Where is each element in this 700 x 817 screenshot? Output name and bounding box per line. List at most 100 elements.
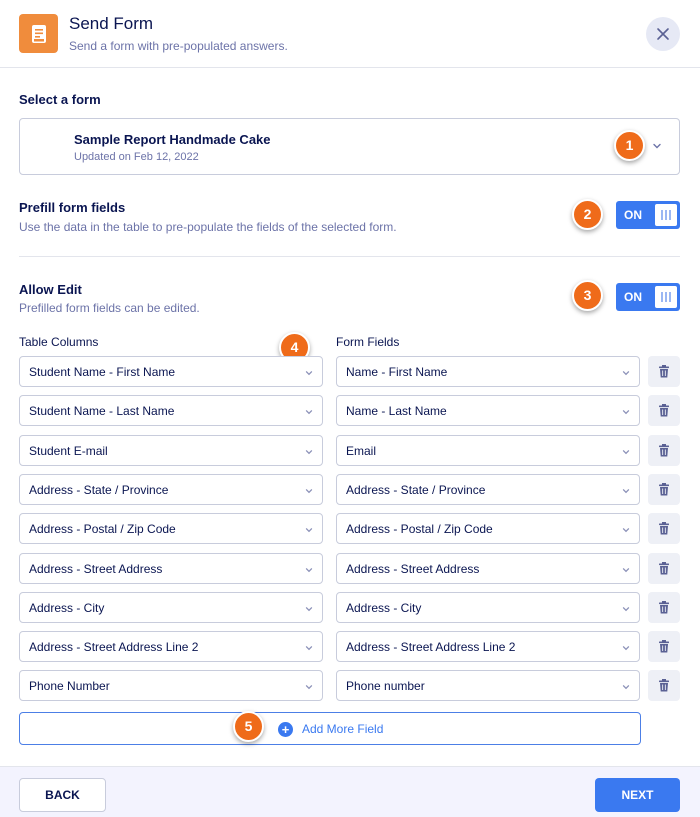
- form-field-select[interactable]: Address - Street Address: [336, 553, 640, 584]
- form-field-select[interactable]: Address - Street Address Line 2: [336, 631, 640, 662]
- mapping-row: Phone Number Phone number: [19, 670, 680, 701]
- table-column-select[interactable]: Student Name - Last Name: [19, 395, 323, 426]
- table-column-value: Address - State / Province: [29, 483, 169, 497]
- callout-badge-5: 5: [233, 711, 264, 742]
- close-button[interactable]: [646, 17, 680, 51]
- table-column-select[interactable]: Address - Postal / Zip Code: [19, 513, 323, 544]
- selected-form-updated: Updated on Feb 12, 2022: [74, 151, 199, 163]
- chevron-down-icon: [622, 528, 630, 533]
- table-column-select[interactable]: Address - City: [19, 592, 323, 623]
- form-fields-header: Form Fields: [336, 335, 400, 349]
- form-selector[interactable]: Sample Report Handmade Cake Updated on F…: [19, 118, 680, 175]
- chevron-down-icon: [305, 528, 313, 533]
- trash-icon: [659, 679, 669, 692]
- modal-title: Send Form: [69, 14, 154, 33]
- mapping-row: Student E-mail Email: [19, 435, 680, 466]
- back-button[interactable]: BACK: [19, 778, 106, 812]
- chevron-down-icon: [622, 646, 630, 651]
- allow-edit-description: Prefilled form fields can be edited.: [19, 301, 200, 315]
- add-more-field-label: Add More Field: [302, 722, 384, 736]
- form-field-select[interactable]: Phone number: [336, 670, 640, 701]
- form-field-select[interactable]: Address - City: [336, 592, 640, 623]
- table-column-select[interactable]: Phone Number: [19, 670, 323, 701]
- add-more-field-button[interactable]: + Add More Field: [19, 712, 641, 745]
- form-field-value: Address - Street Address: [346, 562, 480, 576]
- prefill-toggle[interactable]: ON: [616, 201, 680, 229]
- form-field-select[interactable]: Address - Postal / Zip Code: [336, 513, 640, 544]
- chevron-down-icon: [305, 685, 313, 690]
- chevron-down-icon: [622, 450, 630, 455]
- form-field-value: Address - State / Province: [346, 483, 486, 497]
- table-column-select[interactable]: Address - State / Province: [19, 474, 323, 505]
- chevron-down-icon: [622, 371, 630, 376]
- delete-row-button[interactable]: [648, 474, 680, 505]
- form-field-value: Email: [346, 444, 377, 458]
- next-button[interactable]: NEXT: [595, 778, 680, 812]
- table-column-select[interactable]: Student Name - First Name: [19, 356, 323, 387]
- table-column-value: Address - Street Address: [29, 562, 163, 576]
- mapping-row: Student Name - First Name Name - First Na…: [19, 356, 680, 387]
- allow-edit-toggle[interactable]: ON: [616, 283, 680, 311]
- table-column-select[interactable]: Student E-mail: [19, 435, 323, 466]
- chevron-down-icon: [305, 646, 313, 651]
- delete-row-button[interactable]: [648, 631, 680, 662]
- modal-header: Send Form Send a form with pre-populated…: [0, 0, 700, 68]
- callout-badge-3: 3: [572, 280, 603, 311]
- prefill-description: Use the data in the table to pre-populat…: [19, 220, 397, 234]
- trash-icon: [659, 562, 669, 575]
- trash-icon: [659, 365, 669, 378]
- table-column-value: Address - City: [29, 601, 105, 615]
- chevron-down-icon: [622, 568, 630, 573]
- chevron-down-icon: [622, 685, 630, 690]
- mapping-row: Address - Street Address Line 2 Address -…: [19, 631, 680, 662]
- chevron-down-icon: [305, 371, 313, 376]
- table-column-value: Address - Street Address Line 2: [29, 640, 199, 654]
- delete-row-button[interactable]: [648, 553, 680, 584]
- trash-icon: [659, 640, 669, 653]
- form-field-select[interactable]: Email: [336, 435, 640, 466]
- form-field-value: Name - Last Name: [346, 404, 447, 418]
- chevron-down-icon: [622, 607, 630, 612]
- plus-circle-icon: +: [278, 722, 293, 737]
- table-column-value: Phone Number: [29, 679, 110, 693]
- mapping-row: Student Name - Last Name Name - Last Name: [19, 395, 680, 426]
- toggle-knob-icon: [655, 204, 677, 226]
- form-field-value: Address - City: [346, 601, 422, 615]
- mapping-row: Address - City Address - City: [19, 592, 680, 623]
- chevron-down-icon: [622, 410, 630, 415]
- chevron-down-icon: [305, 607, 313, 612]
- table-column-select[interactable]: Address - Street Address Line 2: [19, 631, 323, 662]
- delete-row-button[interactable]: [648, 435, 680, 466]
- delete-row-button[interactable]: [648, 356, 680, 387]
- form-field-value: Phone number: [346, 679, 425, 693]
- select-form-label: Select a form: [19, 92, 101, 107]
- delete-row-button[interactable]: [648, 592, 680, 623]
- callout-badge-2: 2: [572, 199, 603, 230]
- callout-badge-1: 1: [614, 130, 645, 161]
- trash-icon: [659, 444, 669, 457]
- modal-subtitle: Send a form with pre-populated answers.: [69, 39, 288, 53]
- allow-edit-toggle-state: ON: [624, 290, 642, 304]
- form-document-icon: [19, 14, 58, 53]
- delete-row-button[interactable]: [648, 395, 680, 426]
- form-field-value: Address - Postal / Zip Code: [346, 522, 493, 536]
- selected-form-title: Sample Report Handmade Cake: [74, 132, 271, 147]
- table-column-select[interactable]: Address - Street Address: [19, 553, 323, 584]
- chevron-down-icon: [305, 410, 313, 415]
- trash-icon: [659, 404, 669, 417]
- form-field-select[interactable]: Name - First Name: [336, 356, 640, 387]
- table-column-value: Student E-mail: [29, 444, 108, 458]
- trash-icon: [659, 601, 669, 614]
- form-field-select[interactable]: Address - State / Province: [336, 474, 640, 505]
- modal-footer: BACK NEXT: [0, 766, 700, 817]
- table-column-value: Student Name - First Name: [29, 365, 176, 379]
- chevron-down-icon: [305, 450, 313, 455]
- table-columns-header: Table Columns: [19, 335, 99, 349]
- delete-row-button[interactable]: [648, 513, 680, 544]
- delete-row-button[interactable]: [648, 670, 680, 701]
- form-field-value: Address - Street Address Line 2: [346, 640, 516, 654]
- mapping-row: Address - Postal / Zip Code Address - Pos…: [19, 513, 680, 544]
- prefill-label: Prefill form fields: [19, 200, 126, 215]
- section-divider: [19, 256, 680, 257]
- form-field-select[interactable]: Name - Last Name: [336, 395, 640, 426]
